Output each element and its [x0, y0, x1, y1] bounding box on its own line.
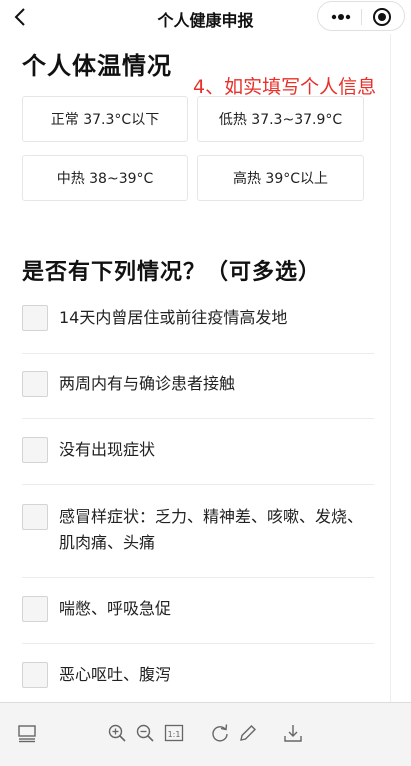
- bottom-toolbar: 1:1: [0, 702, 411, 766]
- divider: [22, 353, 374, 354]
- checkbox[interactable]: [22, 504, 48, 530]
- zoom-out-icon[interactable]: [135, 723, 155, 743]
- capsule-divider: [361, 9, 362, 25]
- sidebar-toggle-icon[interactable]: [17, 723, 37, 743]
- checkbox[interactable]: [22, 371, 48, 397]
- zoom-in-icon[interactable]: [107, 723, 127, 743]
- content-area[interactable]: 个人体温情况 正常 37.3°C以下 低热 37.3~37.9°C 中热 38~…: [0, 34, 411, 702]
- annotation-note: 4、如实填写个人信息: [193, 76, 377, 98]
- divider: [22, 577, 374, 578]
- condition-label: 两周内有与确诊患者接触: [59, 374, 236, 393]
- temperature-option-low-fever[interactable]: 低热 37.3~37.9°C: [197, 96, 364, 142]
- section-title-conditions: 是否有下列情况？（可多选）: [22, 260, 322, 285]
- nav-bar: 个人健康申报: [0, 0, 411, 34]
- checkbox[interactable]: [22, 596, 48, 622]
- condition-label: 喘憋、呼吸急促: [59, 599, 172, 618]
- temperature-option-high-fever[interactable]: 高热 39°C以上: [197, 155, 364, 201]
- pen-icon[interactable]: [238, 723, 258, 743]
- download-icon[interactable]: [283, 723, 303, 743]
- rotate-icon[interactable]: [210, 723, 230, 743]
- more-dots-icon[interactable]: [330, 8, 352, 26]
- checkbox[interactable]: [22, 662, 48, 688]
- divider: [22, 418, 374, 419]
- condition-label: 恶心呕吐、腹泻: [59, 665, 172, 684]
- capsule-menu: [317, 1, 405, 31]
- condition-label: 感冒样症状：乏力、精神差、咳嗽、发烧、肌肉痛、头痛: [59, 507, 364, 552]
- divider: [22, 484, 374, 485]
- target-circle-icon[interactable]: [372, 7, 392, 27]
- condition-label: 14天内曾居住或前往疫情高发地: [59, 308, 288, 327]
- checkbox[interactable]: [22, 437, 48, 463]
- actual-size-icon[interactable]: 1:1: [164, 723, 184, 743]
- temperature-option-normal[interactable]: 正常 37.3°C以下: [22, 96, 188, 142]
- divider: [22, 643, 374, 644]
- section-title-temperature: 个人体温情况: [22, 52, 172, 80]
- condition-label: 没有出现症状: [59, 440, 156, 459]
- form-page: 个人体温情况 正常 37.3°C以下 低热 37.3~37.9°C 中热 38~…: [10, 34, 391, 702]
- temperature-option-moderate-fever[interactable]: 中热 38~39°C: [22, 155, 188, 201]
- checkbox[interactable]: [22, 305, 48, 331]
- actual-size-label: 1:1: [168, 730, 181, 739]
